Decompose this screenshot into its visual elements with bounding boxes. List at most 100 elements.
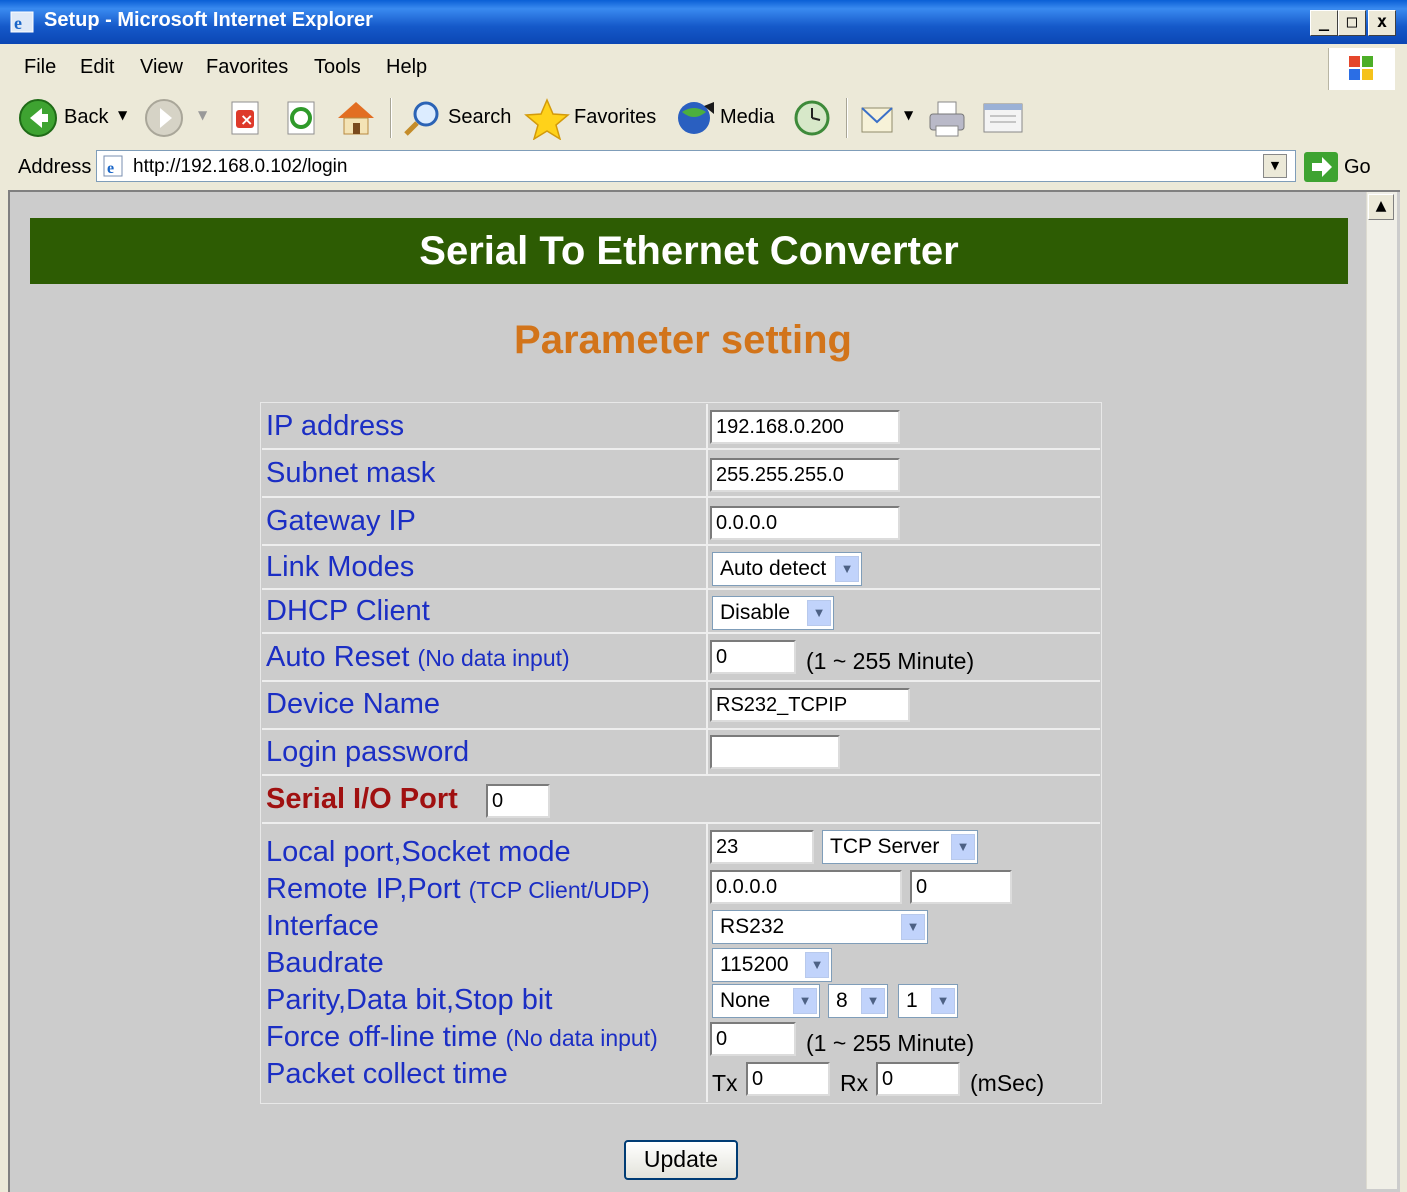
chevron-down-icon: ▼	[931, 988, 955, 1014]
ie-icon: e	[10, 11, 34, 33]
back-dropdown-icon[interactable]: ▼	[118, 108, 127, 122]
media-label[interactable]: Media	[720, 106, 774, 129]
auto-reset-note: (No data input)	[417, 645, 570, 671]
subnet-mask-input[interactable]: 255.255.255.0	[710, 458, 900, 492]
row-divider	[262, 822, 1100, 824]
link-modes-select[interactable]: Auto detect ▼	[712, 552, 862, 586]
menu-edit[interactable]: Edit	[80, 56, 114, 79]
chevron-down-icon: ▼	[793, 988, 817, 1014]
local-port-label: Local port,Socket mode	[266, 836, 571, 868]
auto-reset-range: (1 ~ 255 Minute)	[806, 648, 975, 674]
back-label[interactable]: Back	[64, 106, 108, 129]
search-label[interactable]: Search	[448, 106, 511, 129]
address-label: Address	[18, 156, 92, 178]
ip-address-label: IP address	[266, 410, 405, 442]
print-icon[interactable]	[926, 98, 970, 138]
gateway-ip-label: Gateway IP	[266, 505, 416, 537]
row-divider	[262, 632, 1100, 634]
menu-help[interactable]: Help	[386, 56, 427, 79]
edit-icon[interactable]	[980, 100, 1026, 136]
socket-mode-value: TCP Server	[830, 835, 940, 858]
svg-text:e: e	[107, 160, 114, 177]
parity-select[interactable]: None ▼	[712, 984, 820, 1018]
remote-ip-input[interactable]: 0.0.0.0	[710, 870, 902, 904]
login-password-input[interactable]	[710, 735, 840, 769]
vertical-scrollbar[interactable]	[1366, 192, 1397, 1189]
device-name-input[interactable]: RS232_TCPIP	[710, 688, 910, 722]
data-bit-select[interactable]: 8 ▼	[828, 984, 888, 1018]
history-icon[interactable]	[790, 98, 834, 138]
force-offline-note: (No data input)	[505, 1025, 658, 1051]
favorites-star-icon[interactable]	[524, 98, 570, 140]
remote-port-input[interactable]: 0	[910, 870, 1012, 904]
local-port-input[interactable]: 23	[710, 830, 814, 864]
serial-port-input[interactable]: 0	[486, 784, 550, 818]
go-arrow-icon[interactable]	[1304, 152, 1338, 182]
chevron-down-icon: ▼	[805, 952, 829, 978]
dhcp-client-select[interactable]: Disable ▼	[712, 596, 834, 630]
remote-ip-note: (TCP Client/UDP)	[468, 877, 650, 903]
menu-file[interactable]: File	[24, 56, 56, 79]
row-divider	[262, 728, 1100, 730]
serial-port-label: Serial I/O Port	[266, 783, 458, 815]
toolbar: Back ▼ ▼ × Search Favorites Media ▼	[0, 92, 1407, 147]
address-dropdown-icon[interactable]: ▼	[1263, 154, 1287, 178]
row-divider	[262, 588, 1100, 590]
go-button[interactable]: Go	[1344, 156, 1371, 179]
stop-bit-select[interactable]: 1 ▼	[898, 984, 958, 1018]
refresh-icon[interactable]	[284, 100, 318, 136]
force-offline-range: (1 ~ 255 Minute)	[806, 1030, 975, 1056]
address-url[interactable]: http://192.168.0.102/login	[133, 156, 347, 178]
dhcp-client-label: DHCP Client	[266, 595, 430, 627]
update-button[interactable]: Update	[624, 1140, 738, 1180]
interface-value: RS232	[720, 915, 785, 938]
forward-arrow-icon[interactable]	[144, 98, 184, 138]
ip-address-input[interactable]: 192.168.0.200	[710, 410, 900, 444]
chevron-down-icon: ▼	[861, 988, 885, 1014]
column-divider	[706, 404, 708, 774]
rx-input[interactable]: 0	[876, 1062, 960, 1096]
maximize-button[interactable]: □	[1338, 10, 1366, 36]
svg-text:×: ×	[240, 110, 253, 129]
forward-dropdown-icon[interactable]: ▼	[198, 108, 207, 122]
scroll-up-icon[interactable]: ▲	[1368, 194, 1394, 220]
chevron-down-icon: ▼	[807, 600, 831, 626]
svg-text:e: e	[14, 13, 22, 33]
close-button[interactable]: x	[1368, 10, 1396, 36]
address-input[interactable]: e http://192.168.0.102/login ▼	[96, 150, 1296, 182]
mail-icon[interactable]	[858, 98, 902, 138]
baudrate-select[interactable]: 115200 ▼	[712, 948, 832, 982]
link-modes-label: Link Modes	[266, 551, 415, 583]
minimize-button[interactable]: _	[1310, 10, 1338, 36]
socket-mode-select[interactable]: TCP Server ▼	[822, 830, 978, 864]
row-divider	[262, 680, 1100, 682]
gateway-ip-input[interactable]: 0.0.0.0	[710, 506, 900, 540]
menu-bar: File Edit View Favorites Tools Help	[0, 44, 1407, 93]
stop-icon[interactable]: ×	[228, 100, 262, 136]
row-divider	[262, 448, 1100, 450]
link-modes-value: Auto detect	[720, 557, 827, 580]
force-offline-input[interactable]: 0	[710, 1022, 796, 1056]
menu-tools[interactable]: Tools	[314, 56, 361, 79]
interface-select[interactable]: RS232 ▼	[712, 910, 928, 944]
baudrate-value: 115200	[720, 953, 789, 976]
favorites-label[interactable]: Favorites	[574, 106, 656, 129]
menu-favorites[interactable]: Favorites	[206, 56, 288, 79]
force-offline-label: Force off-line time (No data input)	[266, 1021, 658, 1054]
force-offline-text: Force off-line time	[266, 1021, 498, 1053]
home-icon[interactable]	[334, 98, 378, 138]
mail-dropdown-icon[interactable]: ▼	[904, 108, 913, 122]
back-arrow-icon[interactable]	[18, 98, 58, 138]
column-divider	[706, 824, 708, 1102]
page-icon: e	[103, 155, 123, 177]
menu-view[interactable]: View	[140, 56, 183, 79]
remote-ip-text: Remote IP,Port	[266, 873, 461, 905]
chevron-down-icon: ▼	[835, 556, 859, 582]
dhcp-client-value: Disable	[720, 601, 791, 624]
tx-input[interactable]: 0	[746, 1062, 830, 1096]
search-icon[interactable]	[400, 98, 444, 138]
interface-label: Interface	[266, 910, 379, 942]
auto-reset-input[interactable]: 0	[710, 640, 796, 674]
media-icon[interactable]	[674, 98, 718, 138]
row-divider	[262, 544, 1100, 546]
